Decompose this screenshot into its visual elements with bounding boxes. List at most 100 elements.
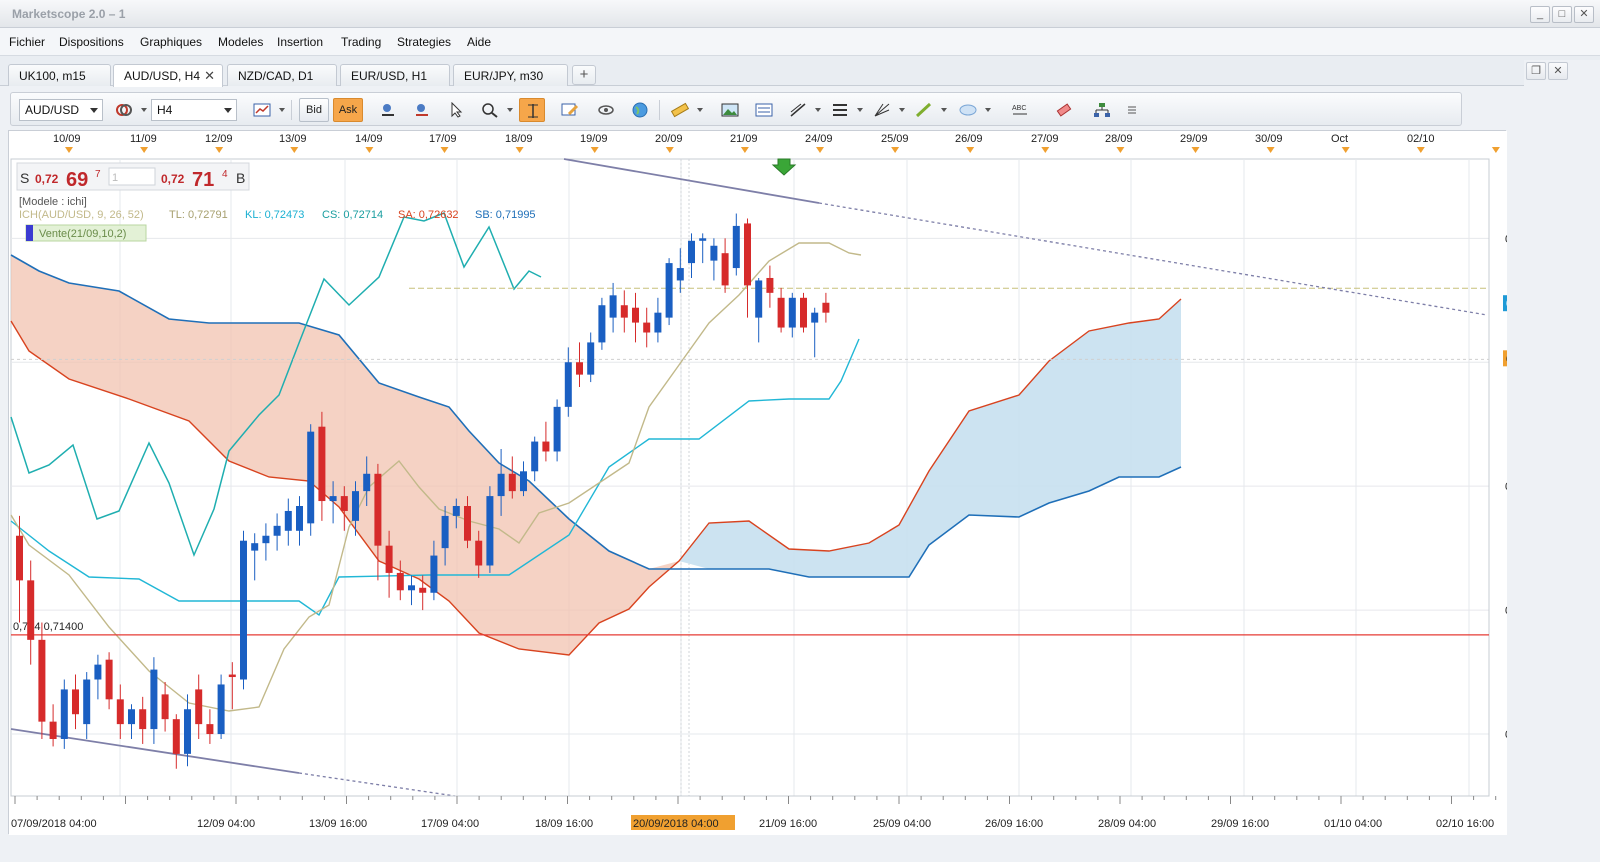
fibonacci-button[interactable]	[827, 98, 853, 122]
text-icon: ABC	[1012, 105, 1027, 115]
candle-body	[475, 540, 483, 566]
properties-button[interactable]	[557, 98, 583, 122]
close-button[interactable]: ✕	[1574, 6, 1594, 23]
ichimoku-chart[interactable]: 10/09 11/09 12/09 13/09 14/09 17/09 18/09 19/09…	[9, 131, 1507, 835]
senkou-b-legend: SB: 0,71995	[475, 209, 536, 221]
menu-dispositions[interactable]: Dispositions	[59, 35, 124, 49]
title-bar: Marketscope 2.0 – 1 _ □ ✕	[0, 0, 1600, 28]
ask-button[interactable]: Ask	[333, 98, 363, 122]
crosshair-button[interactable]	[519, 98, 545, 122]
close-panel-button[interactable]: ✕	[1548, 62, 1568, 80]
bottom-date-label: 28/09 04:00	[1098, 818, 1156, 830]
order-icon	[382, 104, 394, 116]
top-date-label: 14/09	[355, 133, 383, 145]
eye-icon	[598, 105, 614, 115]
buy-price-big: 71	[192, 169, 214, 191]
candle-body	[116, 699, 124, 725]
candle-body	[553, 406, 561, 452]
price-axis-label: 0,7300	[1505, 233, 1507, 245]
top-date-label: 13/09	[279, 133, 307, 145]
ellipse-button[interactable]	[955, 98, 981, 122]
top-date-label: 28/09	[1105, 133, 1133, 145]
candle-body	[632, 307, 639, 323]
top-date-label: 19/09	[580, 133, 608, 145]
candle-body	[16, 535, 23, 581]
bid-button[interactable]: Bid	[299, 98, 329, 122]
candle-body	[643, 322, 651, 333]
menu-strategies[interactable]: Strategies	[397, 35, 451, 49]
menu-insertion[interactable]: Insertion	[277, 35, 323, 49]
timeframe-select[interactable]: H4	[151, 99, 237, 121]
candle-body	[72, 689, 79, 715]
top-date-label: 12/09	[205, 133, 233, 145]
tab-audusd[interactable]: AUD/USD, H4 ✕	[113, 64, 223, 87]
candle-body	[27, 580, 35, 640]
buy-price-prefix: 0,72	[161, 172, 185, 186]
top-date-label: 27/09	[1031, 133, 1059, 145]
menu-aide[interactable]: Aide	[467, 35, 491, 49]
bottom-date-label: 07/09/2018 04:00	[11, 818, 97, 830]
chart-toolbar: AUD/USD H4 Bid Ask ABC	[10, 92, 1462, 126]
tab-eurjpy[interactable]: EUR/JPY, m30	[453, 64, 568, 86]
marketscope-window: Marketscope 2.0 – 1 _ □ ✕ Fichier Dispos…	[0, 0, 1600, 862]
menu-fichier[interactable]: Fichier	[9, 35, 45, 49]
instrument-select[interactable]: AUD/USD	[19, 99, 103, 121]
add-tab-button[interactable]: +	[572, 65, 596, 85]
menu-graphiques[interactable]: Graphiques	[140, 35, 202, 49]
candle-body	[139, 709, 147, 730]
trendline-icon	[790, 103, 806, 117]
candle-body	[788, 297, 796, 328]
cursor-button[interactable]	[443, 98, 469, 122]
tab-label: EUR/USD, H1	[351, 69, 428, 83]
candle-body	[699, 238, 707, 241]
cursor-icon	[451, 102, 463, 118]
chart-type-button[interactable]	[249, 98, 275, 122]
globe-button[interactable]	[627, 98, 653, 122]
maximize-button[interactable]: □	[1552, 6, 1572, 23]
candle-body	[251, 543, 259, 551]
top-date-label: 10/09	[53, 133, 81, 145]
edit-icon	[561, 103, 579, 116]
candle-body	[531, 441, 539, 472]
menu-modeles[interactable]: Modeles	[218, 35, 263, 49]
price-axis-label: 0,7150	[1505, 605, 1507, 617]
candle-body	[508, 473, 516, 492]
text-button[interactable]: ABC	[1007, 98, 1033, 122]
sell-order-button[interactable]	[409, 98, 435, 122]
close-tab-icon[interactable]: ✕	[204, 68, 215, 84]
menu-trading[interactable]: Trading	[341, 35, 381, 49]
top-date-label: 26/09	[955, 133, 983, 145]
restore-panel-button[interactable]: ❐	[1526, 62, 1546, 80]
pencil-button[interactable]	[911, 98, 937, 122]
template-button[interactable]	[751, 98, 777, 122]
tab-eurusd[interactable]: EUR/USD, H1	[340, 64, 450, 86]
ruler-button[interactable]	[667, 98, 693, 122]
zoom-button[interactable]	[477, 98, 503, 122]
tab-nzdcad[interactable]: NZD/CAD, D1	[227, 64, 337, 86]
price-axis-label: 0,7200	[1505, 481, 1507, 493]
pitchfork-icon	[874, 103, 890, 117]
sync-chart-button[interactable]	[111, 98, 137, 122]
view-button[interactable]	[593, 98, 619, 122]
pitchfork-button[interactable]	[869, 98, 895, 122]
eraser-button[interactable]	[1051, 98, 1077, 122]
tab-uk100[interactable]: UK100, m15	[8, 64, 111, 86]
cursor-price-label: 0,72536	[1506, 353, 1507, 365]
bottom-date-label: 01/10 04:00	[1324, 818, 1382, 830]
minimize-button[interactable]: _	[1530, 6, 1550, 23]
candle-body	[822, 302, 830, 313]
buy-label: B	[236, 170, 245, 186]
top-date-label: 11/09	[130, 133, 157, 145]
candle-body	[340, 496, 348, 511]
picture-button[interactable]	[717, 98, 743, 122]
drawing-tools-button[interactable]	[785, 98, 811, 122]
candle-body	[184, 709, 191, 754]
eraser-icon	[1056, 103, 1072, 117]
hierarchy-button[interactable]	[1089, 98, 1115, 122]
buy-order-button[interactable]	[375, 98, 401, 122]
buy-price-sup: 4	[222, 169, 228, 180]
kijun-legend: KL: 0,72473	[245, 209, 304, 221]
candle-body	[419, 587, 427, 593]
chart-frame[interactable]: 10/09 11/09 12/09 13/09 14/09 17/09 18/09 19/09…	[8, 130, 1507, 835]
more-tools-button[interactable]	[1119, 98, 1145, 122]
